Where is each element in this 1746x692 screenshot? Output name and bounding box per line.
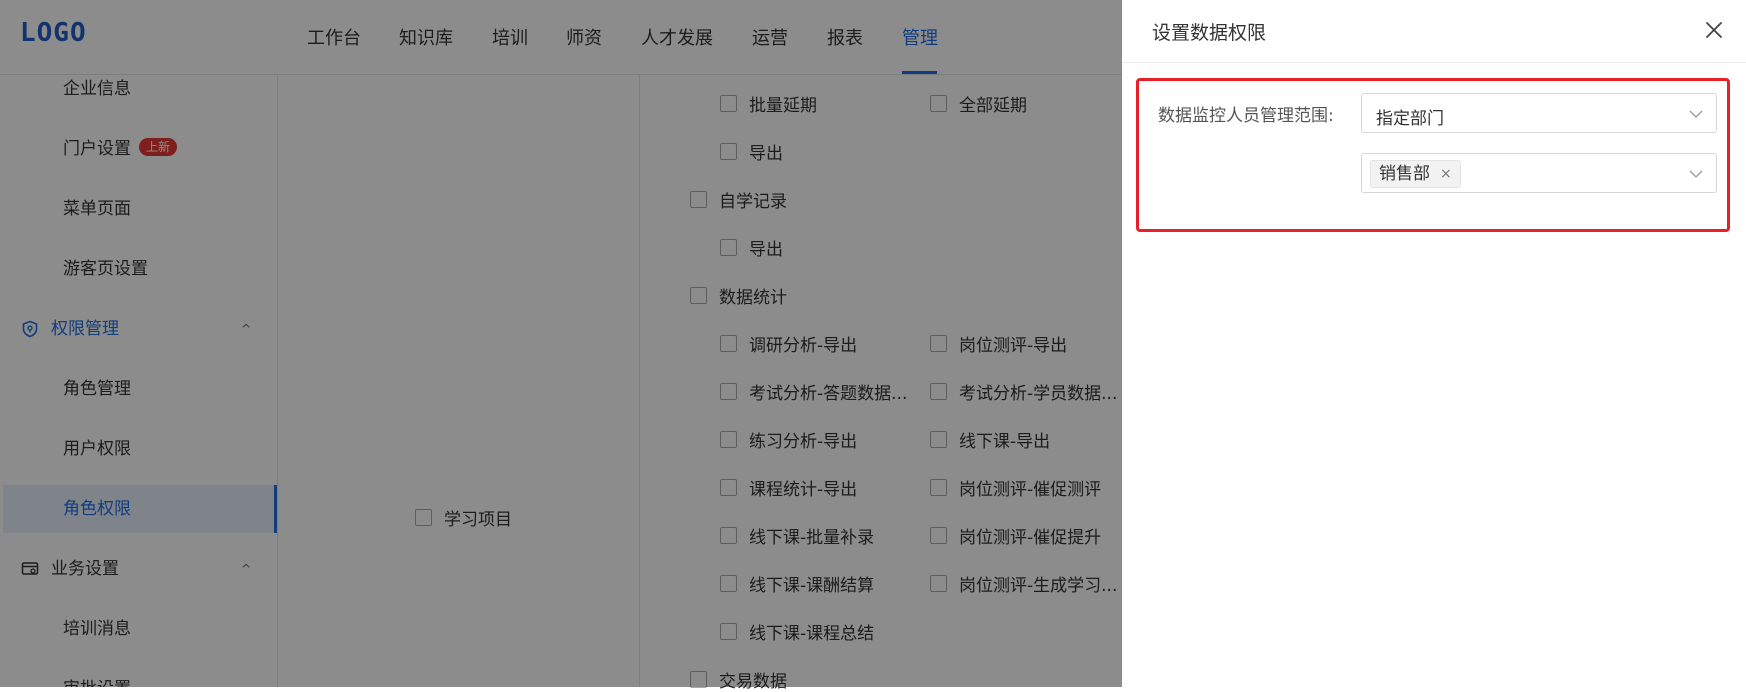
department-select[interactable]: 销售部 × bbox=[1361, 153, 1717, 193]
department-tag: 销售部 × bbox=[1370, 160, 1461, 188]
close-icon[interactable] bbox=[1700, 16, 1728, 44]
modal-mask[interactable] bbox=[0, 0, 1122, 687]
tag-remove-icon[interactable]: × bbox=[1440, 160, 1452, 188]
field-label-management-scope: 数据监控人员管理范围: bbox=[1158, 106, 1334, 126]
data-permission-drawer: 设置数据权限 数据监控人员管理范围: 指定部门 销售部 × bbox=[1122, 0, 1746, 687]
scope-select-value: 指定部门 bbox=[1376, 109, 1444, 129]
drawer-header: 设置数据权限 bbox=[1122, 0, 1746, 63]
chevron-down-icon bbox=[1689, 110, 1703, 118]
drawer-title: 设置数据权限 bbox=[1152, 22, 1267, 44]
department-tag-label: 销售部 bbox=[1379, 164, 1430, 184]
scope-select[interactable]: 指定部门 bbox=[1361, 93, 1717, 133]
chevron-down-icon bbox=[1689, 170, 1703, 178]
